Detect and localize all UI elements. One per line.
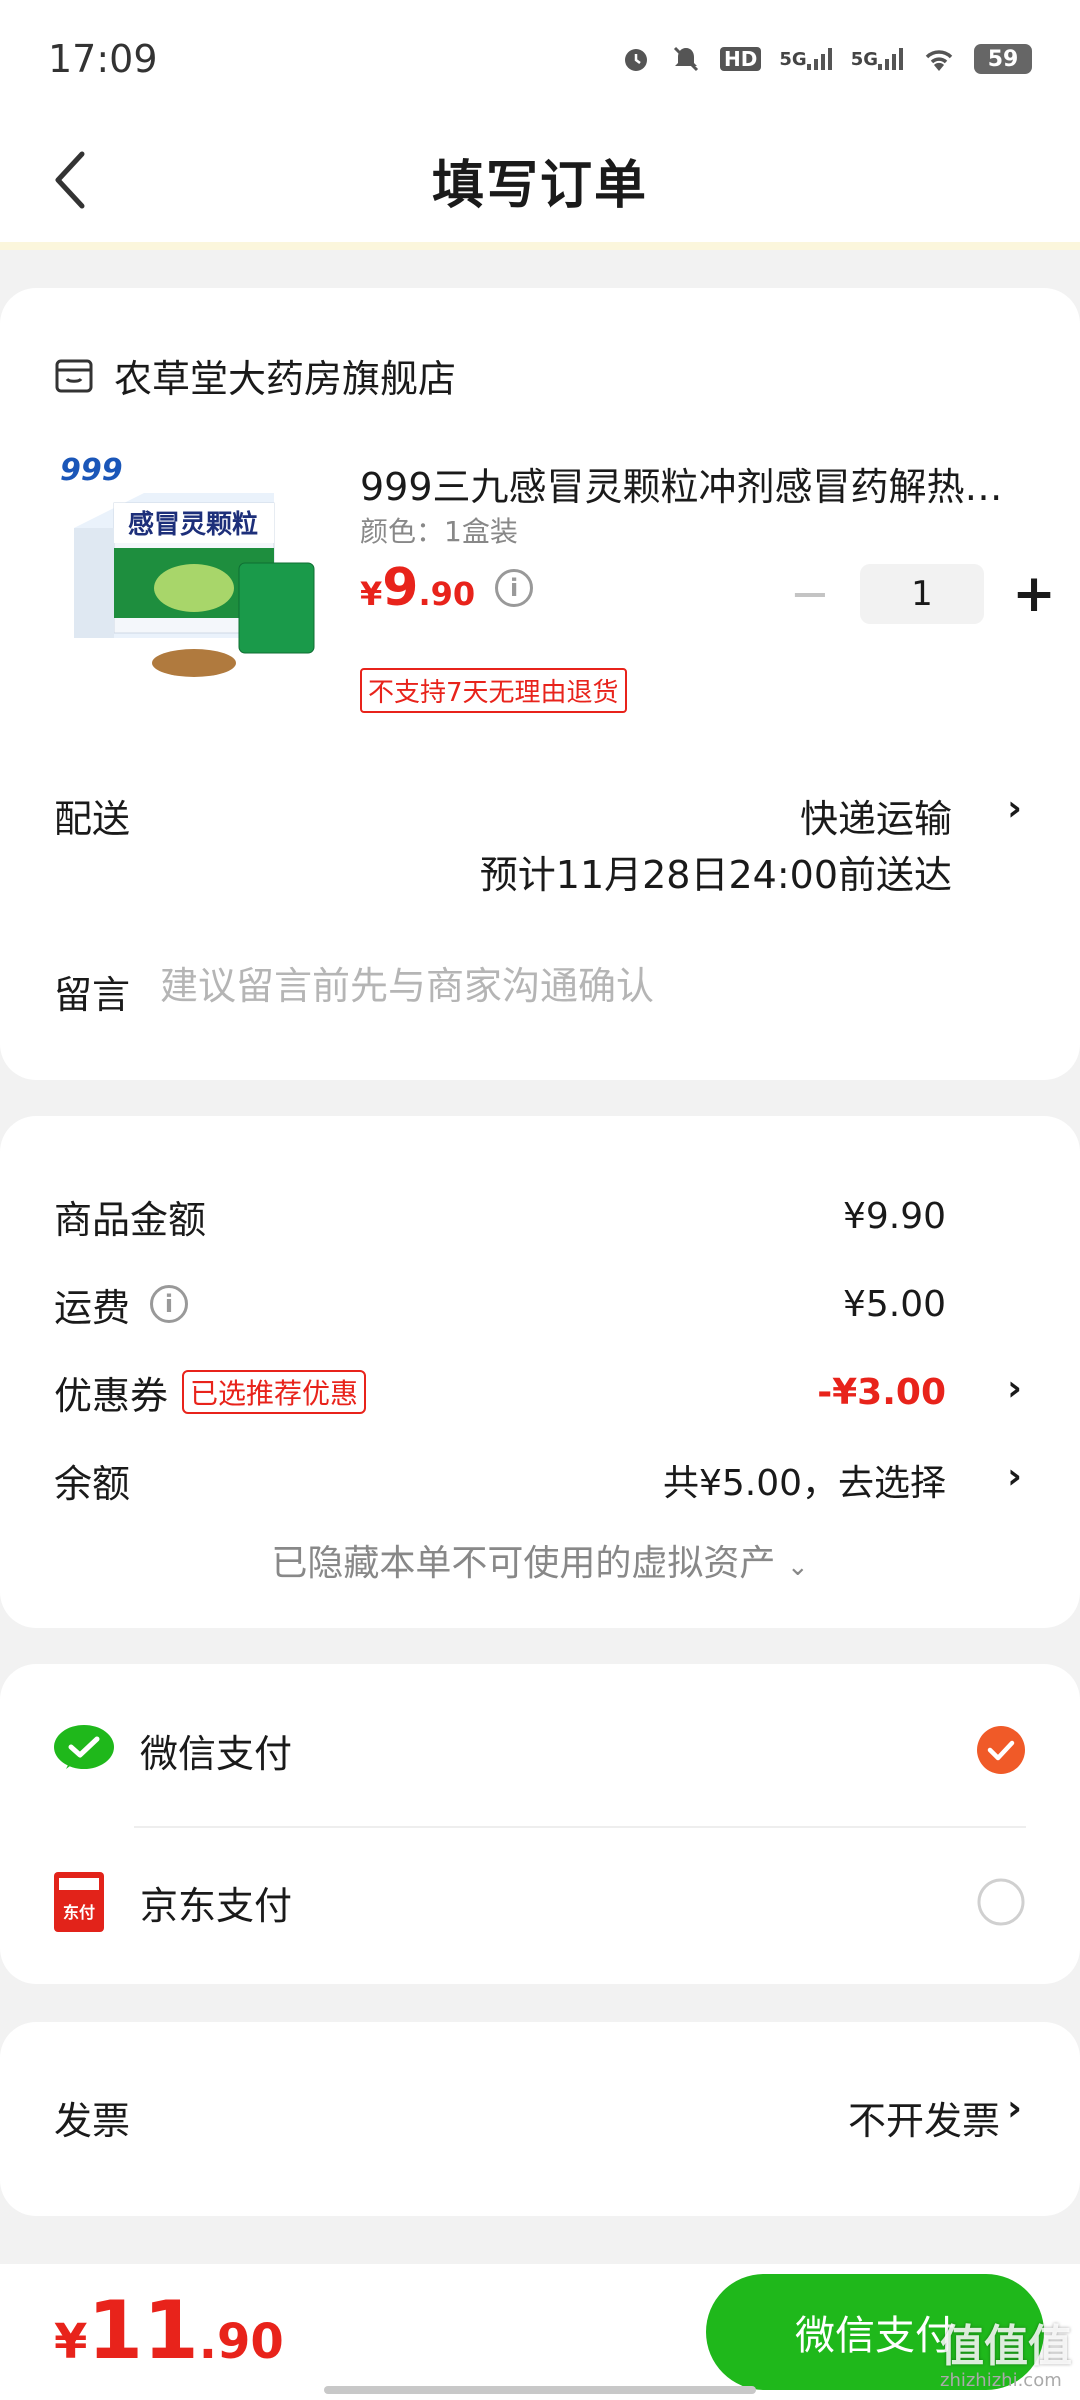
status-icons: HD 5G 5G 59 xyxy=(620,43,1032,75)
payment-option-wechat[interactable]: 微信支付 xyxy=(54,1700,1026,1800)
battery-indicator: 59 xyxy=(974,44,1032,74)
wifi-icon xyxy=(922,45,956,73)
balance-value: 共¥5.00，去选择 xyxy=(662,1463,946,1504)
header-divider xyxy=(0,242,1080,250)
payment-label-jd: 京东支付 xyxy=(140,1883,293,1928)
shipping-value: ¥5.00 xyxy=(842,1283,946,1325)
chevron-right-icon[interactable]: › xyxy=(1007,2088,1022,2129)
coupon-label: 优惠券 xyxy=(54,1373,169,1418)
invoice-card[interactable]: 发票 不开发票 › xyxy=(0,2022,1080,2216)
signal-5g-icon: 5G xyxy=(779,48,832,70)
hidden-assets-text: 已隐藏本单不可使用的虚拟资产 xyxy=(271,1543,776,1584)
product-title[interactable]: 999三九感冒灵颗粒冲剂感冒药解热… xyxy=(360,456,1020,511)
message-label: 留言 xyxy=(54,973,131,1017)
page-header: 填写订单 xyxy=(0,118,1080,242)
payment-option-jd[interactable]: 东付 京东支付 xyxy=(54,1852,1026,1952)
status-bar: 17:09 HD 5G 5G 59 xyxy=(0,0,1080,118)
goods-amount-value: ¥9.90 xyxy=(842,1195,946,1237)
info-icon[interactable]: i xyxy=(495,569,534,607)
increase-button[interactable]: + xyxy=(1004,564,1064,624)
delivery-label: 配送 xyxy=(54,797,131,841)
network-label: 5G xyxy=(779,48,807,70)
box-name: 感冒灵颗粒 xyxy=(128,509,258,540)
price-symbol: ¥ xyxy=(360,575,383,613)
radio-unchecked-icon[interactable] xyxy=(976,1877,1026,1927)
coupon-value: -¥3.00 xyxy=(817,1371,946,1413)
price-integer: 9 xyxy=(382,558,419,618)
chevron-left-icon xyxy=(55,151,85,209)
status-time: 17:09 xyxy=(48,37,158,81)
goods-amount-row: 商品金额 ¥9.90 xyxy=(54,1186,1026,1246)
quantity-value[interactable]: 1 xyxy=(860,564,984,624)
return-policy-tag: 不支持7天无理由退货 xyxy=(360,668,627,713)
message-input[interactable] xyxy=(160,956,1020,1016)
coupon-tag: 已选推荐优惠 xyxy=(182,1370,367,1414)
hd-icon: HD xyxy=(720,47,762,71)
product-image[interactable]: 999 感冒灵颗粒 xyxy=(54,448,324,688)
chevron-right-icon[interactable]: › xyxy=(1007,788,1022,829)
hidden-assets-toggle[interactable]: 已隐藏本单不可使用的虚拟资产 ⌄ xyxy=(0,1534,1080,1586)
chevron-right-icon[interactable]: › xyxy=(1007,1456,1022,1497)
mute-icon xyxy=(670,43,702,75)
delivery-method[interactable]: 快递运输 xyxy=(800,788,952,843)
chevron-right-icon[interactable]: › xyxy=(1007,1368,1022,1409)
store-row[interactable]: 农草堂大药房旗舰店 xyxy=(54,348,456,403)
page-title: 填写订单 xyxy=(431,155,648,216)
price-decimal: .90 xyxy=(418,575,476,613)
payment-divider xyxy=(134,1826,1026,1828)
shipping-row: 运费 i ¥5.00 xyxy=(54,1274,1026,1334)
brand-logo: 999 xyxy=(60,453,123,488)
balance-row[interactable]: 余额 共¥5.00，去选择 › xyxy=(54,1450,1026,1510)
coupon-row[interactable]: 优惠券 已选推荐优惠 -¥3.00 › xyxy=(54,1362,1026,1422)
invoice-value: 不开发票 xyxy=(847,2099,1000,2143)
invoice-label: 发票 xyxy=(54,2099,131,2143)
back-button[interactable] xyxy=(50,142,120,218)
order-card: 农草堂大药房旗舰店 999 感冒灵颗粒 999三九感冒灵颗粒冲剂感冒药解热… 颜… xyxy=(0,288,1080,1080)
watermark-logo: 值值值 xyxy=(940,2321,1072,2372)
jd-pay-icon: 东付 xyxy=(54,1872,104,1932)
store-icon xyxy=(55,359,93,392)
quantity-stepper: − 1 + xyxy=(780,564,1064,624)
delivery-estimate: 预计11月28日24:00前送达 xyxy=(479,853,952,897)
total-integer: 11 xyxy=(87,2284,199,2377)
signal-5g-icon: 5G xyxy=(851,48,904,70)
total-price: ¥ 11 .90 xyxy=(54,2284,284,2377)
home-indicator[interactable] xyxy=(324,2386,756,2394)
product-spec: 颜色：1盒装 xyxy=(360,515,518,548)
payment-card: 微信支付 东付 京东支付 xyxy=(0,1664,1080,1984)
info-icon[interactable]: i xyxy=(150,1285,189,1323)
shipping-label: 运费 xyxy=(54,1285,131,1330)
radio-checked-icon[interactable] xyxy=(976,1725,1026,1775)
chevron-down-icon: ⌄ xyxy=(786,1552,809,1582)
total-symbol: ¥ xyxy=(54,2314,88,2370)
product-price: ¥ 9 .90 i xyxy=(360,558,534,618)
jd-pay-icon-text: 东付 xyxy=(63,1903,95,1922)
goods-amount-label: 商品金额 xyxy=(54,1197,207,1242)
decrease-button[interactable]: − xyxy=(780,564,840,624)
checkout-bar: ¥ 11 .90 微信支付 xyxy=(0,2264,1080,2400)
amounts-card: 商品金额 ¥9.90 运费 i ¥5.00 优惠券 已选推荐优惠 -¥3.00 … xyxy=(0,1116,1080,1628)
wechat-pay-icon xyxy=(54,1725,114,1769)
watermark-url: zhizhizhi.com xyxy=(940,2370,1062,2391)
payment-label-wechat: 微信支付 xyxy=(140,1731,293,1776)
alarm-icon xyxy=(620,43,652,75)
balance-label: 余额 xyxy=(54,1461,131,1506)
total-decimal: .90 xyxy=(198,2314,284,2370)
store-name: 农草堂大药房旗舰店 xyxy=(114,357,457,401)
network-label: 5G xyxy=(850,48,878,70)
